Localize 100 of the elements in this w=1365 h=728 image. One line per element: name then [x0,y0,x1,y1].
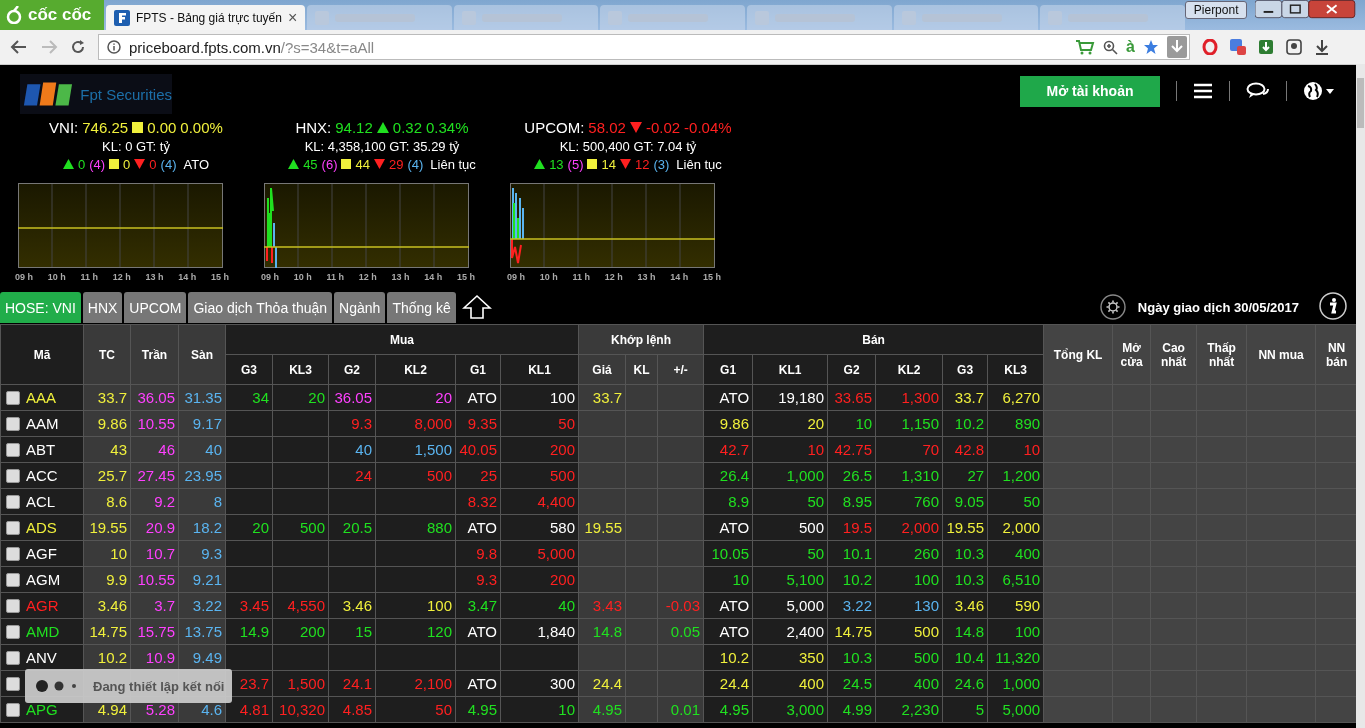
address-field[interactable]: priceboard.fpts.com.vn/?s=34&t=aAll à [98,34,1190,60]
row-checkbox[interactable] [6,468,20,483]
cart-icon[interactable] [1075,39,1096,55]
star-icon[interactable] [1143,39,1159,55]
price-cell: 2,400 [786,623,825,640]
row-checkbox[interactable] [6,546,20,561]
price-cell: 50 [807,493,825,510]
hour-label: 11 h [572,272,590,282]
row-checkbox[interactable] [6,598,20,613]
price-cell: 500 [914,623,940,640]
price-cell: 15 [355,623,372,640]
market-tab[interactable]: Thống kê [387,292,456,323]
column-header: KL1 [752,354,828,385]
column-header: KL2 [875,354,943,385]
price-cell: 40 [355,441,372,458]
hour-label: 09 h [261,272,279,282]
unchanged-count: 44 [355,156,370,172]
advance-count: 0 [78,156,86,172]
price-cell: 9.3 [351,415,372,432]
price-cell: 1,300 [901,389,940,406]
close-tab-button[interactable]: × [287,8,298,27]
square-icon [132,121,144,133]
row-checkbox[interactable] [6,650,20,665]
market-tab[interactable]: Giao dịch Thỏa thuận [188,292,333,323]
index-percent: -0.04% [684,118,732,136]
zoom-icon[interactable] [1103,39,1119,55]
fpt-logo[interactable]: Fpt Securities [20,74,172,114]
price-cell: 10 [110,545,127,562]
session-status: Liên tục [430,156,476,172]
row-checkbox[interactable] [6,416,20,431]
row-checkbox[interactable] [6,572,20,587]
globe-icon[interactable] [1303,81,1335,101]
price-cell: 4,400 [537,493,576,510]
back-icon[interactable] [10,39,28,55]
price-cell: 10.1 [842,545,873,562]
market-tab[interactable]: UPCOM [124,292,187,323]
price-cell: 19.55 [946,519,985,536]
extension-icon[interactable] [1230,39,1246,55]
row-checkbox[interactable] [6,520,20,535]
price-cell: 20 [308,389,325,406]
advance-count: 13 [549,156,564,172]
price-cell: 4.85 [342,701,372,718]
column-header: Thấp nhất [1196,324,1247,385]
price-cell: 24.4 [592,675,623,692]
price-cell: 10 [807,441,825,458]
reload-icon[interactable] [70,39,86,55]
price-cell: 42.75 [834,441,873,458]
row-checkbox[interactable] [6,494,20,509]
price-cell: 0.01 [670,701,701,718]
price-cell: ATO [467,519,497,536]
price-cell: 200 [550,571,576,588]
row-checkbox[interactable] [6,442,20,457]
price-cell: 19.55 [89,519,127,536]
row-checkbox[interactable] [6,624,20,639]
price-cell: 3.46 [342,597,372,614]
translate-glyph[interactable]: à [1126,38,1135,56]
price-cell: 14.75 [834,623,873,640]
price-cell: 33.7 [592,389,623,406]
extension-icon[interactable] [1258,39,1274,55]
price-cell: 5,000 [1002,701,1041,718]
scrollbar[interactable] [1356,64,1365,728]
opera-icon[interactable] [1202,39,1218,55]
price-cell: 24.5 [842,675,873,692]
price-cell: 3.46 [97,597,127,614]
index-value: 94.12 [335,118,373,136]
up-arrow-icon[interactable] [461,294,492,320]
price-cell: 14.8 [954,623,985,640]
settings-icon[interactable] [1099,294,1126,320]
price-cell: 760 [914,493,940,510]
loading-dots-icon [35,679,79,693]
price-cell: 100 [550,389,576,406]
hour-label: 13 h [391,272,410,282]
download-icon[interactable] [1314,39,1330,55]
price-cell: 8.32 [467,493,497,510]
floor-count: (3) [653,156,670,172]
advance-count: 45 [303,156,318,172]
row-checkbox[interactable] [6,702,20,717]
row-checkbox[interactable] [6,390,20,405]
price-cell: 9.21 [192,571,222,588]
chat-icon[interactable] [1246,82,1270,100]
square-icon [341,159,352,169]
extension-icon[interactable] [1286,39,1302,55]
row-checkbox[interactable] [6,676,20,691]
session-status: Liên tục [676,156,722,172]
price-cell: 19.5 [842,519,873,536]
price-cell: 9.3 [201,545,222,562]
info-icon[interactable] [1319,292,1347,320]
price-cell: 20 [435,389,452,406]
market-tab[interactable]: HNX [82,292,123,323]
price-cell: 40.05 [459,441,497,458]
price-cell: 25 [480,467,497,484]
price-cell: ATO [719,389,750,406]
price-cell: 10.9 [145,649,175,666]
market-tab[interactable]: Ngành [334,292,386,323]
profile-button[interactable]: Pierpont [1184,1,1248,19]
price-cell: 890 [1015,415,1041,432]
menu-icon[interactable] [1193,83,1213,99]
price-cell: 5 [975,701,985,718]
price-cell: 10 [1023,441,1041,458]
hour-label: 15 h [702,272,721,282]
